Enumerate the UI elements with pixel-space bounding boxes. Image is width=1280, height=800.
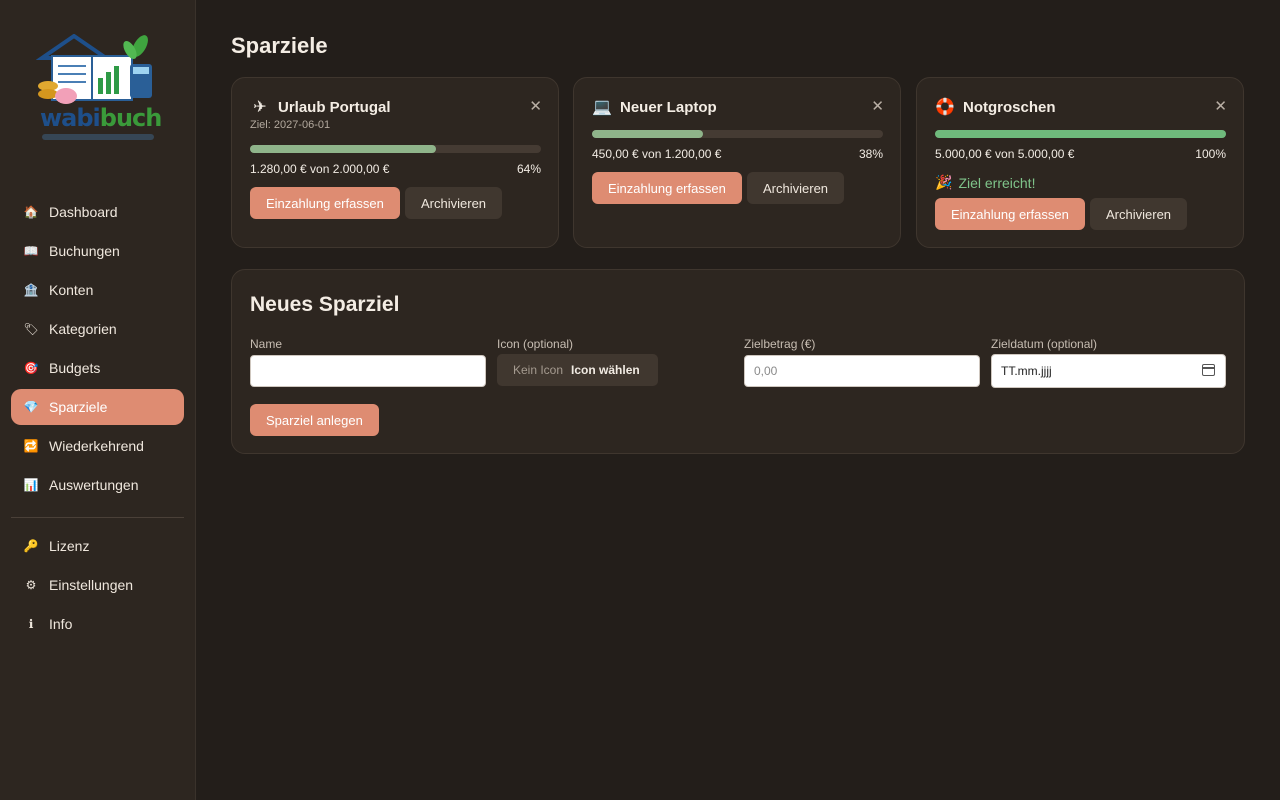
- icon-label: Icon (optional): [497, 337, 574, 351]
- sidebar-item-label: Budgets: [49, 360, 101, 376]
- archive-button[interactable]: Archivieren: [1090, 198, 1188, 230]
- goal-title: Urlaub Portugal: [278, 98, 391, 116]
- logo-tagline: [42, 134, 154, 140]
- close-icon[interactable]: ✕: [1214, 97, 1227, 115]
- name-input[interactable]: [250, 355, 486, 387]
- archive-button[interactable]: Archivieren: [405, 187, 503, 219]
- sidebar-item-label: Einstellungen: [49, 577, 134, 593]
- icon-picker-button[interactable]: Kein Icon Icon wählen: [497, 354, 658, 386]
- sidebar-item-lizenz[interactable]: 🔑 Lizenz: [11, 528, 184, 564]
- goal-reached-status: 🎉 Ziel erreicht!: [935, 174, 1035, 191]
- close-icon[interactable]: ✕: [529, 97, 542, 115]
- goal-percent: 38%: [858, 147, 883, 161]
- sidebar: wabibuch 🏠 Dashboard 📖 Buchungen 🏦 Konte…: [0, 0, 196, 800]
- sidebar-item-label: Info: [49, 616, 73, 632]
- sidebar-item-label: Lizenz: [49, 538, 90, 554]
- logo-word-right: buch: [99, 104, 163, 132]
- goal-card-header: 💻 Neuer Laptop: [592, 97, 717, 117]
- goal-card-notgroschen: 🛟 Notgroschen ✕ 5.000,00 € von 5.000,00 …: [916, 77, 1244, 248]
- sidebar-item-buchungen[interactable]: 📖 Buchungen: [11, 233, 184, 269]
- progress-bar-fill: [935, 130, 1226, 138]
- amount-label: Zielbetrag (€): [744, 337, 816, 351]
- date-label: Zieldatum (optional): [991, 337, 1098, 351]
- goal-title: Neuer Laptop: [620, 98, 717, 116]
- sidebar-item-dashboard[interactable]: 🏠 Dashboard: [11, 194, 184, 230]
- sidebar-item-auswertungen[interactable]: 📊 Auswertungen: [11, 467, 184, 503]
- nav-divider: [11, 517, 184, 518]
- sidebar-item-label: Wiederkehrend: [49, 438, 144, 454]
- name-label: Name: [250, 337, 283, 351]
- party-popper-icon: 🎉: [935, 174, 953, 190]
- airplane-icon: ✈: [253, 99, 267, 116]
- page-title: Sparziele: [231, 33, 328, 58]
- goal-card-header: 🛟 Notgroschen: [935, 97, 1056, 117]
- sidebar-item-label: Dashboard: [49, 204, 118, 220]
- goal-percent: 100%: [1195, 147, 1226, 161]
- goal-amount: 5.000,00 € von 5.000,00 €: [935, 147, 1075, 161]
- goal-card-header: ✈ Urlaub Portugal: [250, 97, 391, 117]
- tag-icon: 🏷: [23, 322, 39, 336]
- goal-title: Notgroschen: [963, 98, 1056, 116]
- sidebar-item-label: Auswertungen: [49, 477, 139, 493]
- sidebar-item-sparziele[interactable]: 💎 Sparziele: [11, 389, 184, 425]
- progress-bar: [250, 145, 541, 153]
- sidebar-item-kategorien[interactable]: 🏷 Kategorien: [11, 311, 184, 347]
- bank-icon: 🏦: [23, 283, 39, 297]
- house-icon: 🏠: [23, 205, 39, 219]
- calendar-icon[interactable]: [1202, 364, 1215, 376]
- close-icon[interactable]: ✕: [871, 97, 884, 115]
- icon-none-text: Kein Icon: [513, 363, 564, 377]
- progress-bar-fill: [592, 130, 703, 138]
- deposit-button[interactable]: Einzahlung erfassen: [592, 172, 742, 204]
- date-input[interactable]: TT.mm.jjjj: [991, 354, 1226, 388]
- amount-input[interactable]: 0,00: [744, 355, 980, 387]
- new-goal-form: Neues Sparziel Name Icon (optional) Kein…: [231, 269, 1245, 454]
- goal-amount: 1.280,00 € von 2.000,00 €: [250, 162, 390, 176]
- date-placeholder: TT.mm.jjjj: [1001, 364, 1052, 378]
- sidebar-item-wiederkehrend[interactable]: 🔁 Wiederkehrend: [11, 428, 184, 464]
- progress-bar-fill: [250, 145, 437, 153]
- sidebar-item-konten[interactable]: 🏦 Konten: [11, 272, 184, 308]
- goal-date: Ziel: 2027-06-01: [250, 119, 331, 131]
- lifebuoy-icon: 🛟: [935, 99, 955, 116]
- form-title: Neues Sparziel: [250, 293, 400, 316]
- key-icon: 🔑: [23, 539, 39, 553]
- repeat-icon: 🔁: [23, 439, 39, 453]
- app-logo[interactable]: wabibuch: [35, 33, 162, 154]
- target-icon: 🎯: [23, 361, 39, 375]
- goal-card-neuer-laptop: 💻 Neuer Laptop ✕ 450,00 € von 1.200,00 €…: [573, 77, 901, 248]
- goal-reached-text: Ziel erreicht!: [958, 174, 1036, 191]
- book-icon: 📖: [23, 244, 39, 258]
- main-nav: 🏠 Dashboard 📖 Buchungen 🏦 Konten 🏷 Kateg…: [11, 194, 184, 645]
- gem-icon: 💎: [23, 400, 39, 414]
- sidebar-item-label: Konten: [49, 282, 94, 298]
- goal-percent: 64%: [516, 162, 541, 176]
- logo-wordmark: wabibuch: [40, 104, 162, 132]
- sidebar-item-einstellungen[interactable]: ⚙ Einstellungen: [11, 567, 184, 603]
- icon-choose-text: Icon wählen: [571, 363, 640, 377]
- deposit-button[interactable]: Einzahlung erfassen: [935, 198, 1085, 230]
- laptop-icon: 💻: [592, 99, 612, 116]
- sidebar-item-budgets[interactable]: 🎯 Budgets: [11, 350, 184, 386]
- create-goal-button[interactable]: Sparziel anlegen: [250, 404, 379, 436]
- progress-bar: [935, 130, 1226, 138]
- deposit-button[interactable]: Einzahlung erfassen: [250, 187, 400, 219]
- info-icon: ℹ: [28, 617, 34, 631]
- sidebar-item-label: Buchungen: [49, 243, 120, 259]
- logo-illustration-icon: [35, 33, 152, 104]
- bar-chart-icon: 📊: [23, 478, 39, 492]
- gear-icon: ⚙: [25, 578, 37, 592]
- progress-bar: [592, 130, 883, 138]
- sidebar-item-label: Sparziele: [49, 399, 108, 415]
- archive-button[interactable]: Archivieren: [747, 172, 845, 204]
- goal-amount: 450,00 € von 1.200,00 €: [592, 147, 722, 161]
- sidebar-item-info[interactable]: ℹ Info: [11, 606, 184, 642]
- logo-word-left: wabi: [40, 104, 101, 132]
- goal-card-urlaub-portugal: ✈ Urlaub Portugal ✕ Ziel: 2027-06-01 1.2…: [231, 77, 559, 248]
- sidebar-item-label: Kategorien: [49, 321, 117, 337]
